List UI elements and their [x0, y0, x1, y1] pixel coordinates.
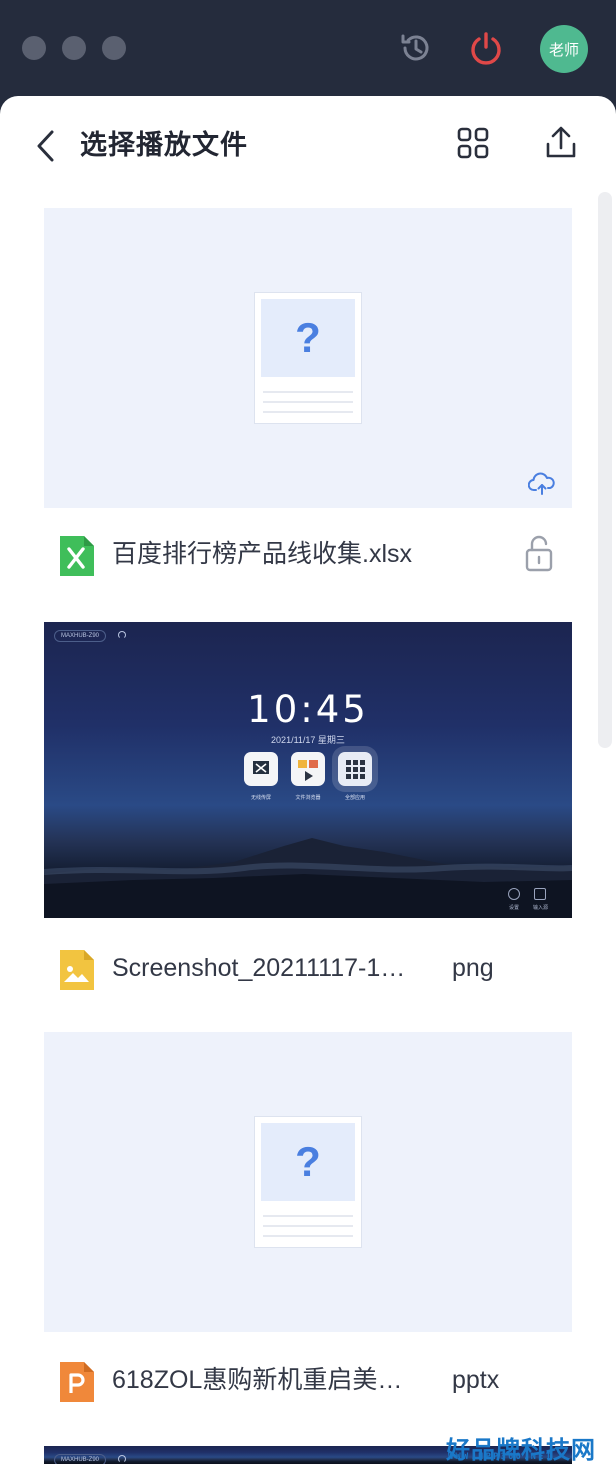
watermark-url: WWW.HPP360.NET	[448, 1452, 554, 1462]
cloud-upload-icon[interactable]	[528, 472, 556, 496]
window-maximize-dot[interactable]	[102, 36, 126, 60]
share-upload-icon	[546, 126, 576, 158]
wifi-icon	[118, 631, 126, 639]
window-close-dot[interactable]	[22, 36, 46, 60]
unlock-icon[interactable]	[524, 534, 554, 572]
device-badge: MAXHUB-Z90	[54, 1454, 107, 1464]
mountain-landscape	[44, 838, 572, 918]
dock-label: 输入源	[533, 905, 549, 911]
dock-label: 设置	[509, 905, 520, 911]
input-source-dock-icon	[534, 888, 546, 900]
app-label: 全部应用	[344, 795, 365, 801]
upload-button[interactable]	[540, 122, 582, 164]
file-thumbnail-placeholder[interactable]: ?	[44, 1032, 572, 1332]
powerpoint-icon	[60, 1362, 94, 1402]
window-minimize-dot[interactable]	[62, 36, 86, 60]
file-item[interactable]: Screenshot_20211117-1… png	[44, 942, 572, 992]
lockscreen-time: 10:45	[247, 688, 369, 731]
unknown-file-preview-icon: ?	[254, 292, 362, 424]
all-apps-icon	[338, 752, 372, 786]
unknown-file-preview-icon: ?	[254, 1116, 362, 1248]
grid-view-button[interactable]	[452, 122, 494, 164]
file-name: 百度排行榜产品线收集.xlsx	[112, 540, 413, 568]
file-name: Screenshot_20211117-1…	[112, 954, 406, 982]
device-badge: MAXHUB-Z90	[54, 630, 107, 642]
excel-icon	[60, 536, 94, 576]
image-icon	[60, 950, 94, 990]
power-button[interactable]	[466, 28, 506, 68]
settings-dock-icon	[508, 888, 520, 900]
scrollbar[interactable]	[598, 192, 612, 748]
file-browser-app-icon	[291, 752, 325, 786]
file-thumbnail-placeholder[interactable]: ?	[44, 208, 572, 508]
window-titlebar: 老师	[0, 0, 616, 98]
file-name: 618ZOL惠购新机重启美…	[112, 1366, 403, 1394]
panel-header: 选择播放文件	[0, 96, 616, 196]
file-extension: pptx	[452, 1366, 500, 1394]
user-avatar[interactable]: 老师	[540, 25, 588, 73]
page-title: 选择播放文件	[80, 130, 248, 160]
lockscreen-date: 2021/11/17 星期三	[271, 735, 345, 745]
file-item[interactable]: 百度排行榜产品线收集.xlsx	[44, 528, 572, 578]
chevron-left-icon	[37, 130, 54, 162]
power-icon	[471, 32, 501, 65]
grid-icon	[457, 127, 489, 159]
site-watermark: 好品牌科技网 WWW.HPP360.NET	[446, 1430, 616, 1464]
history-icon	[401, 34, 429, 61]
history-button[interactable]	[396, 28, 436, 68]
wifi-icon	[118, 1455, 126, 1463]
file-extension: png	[452, 954, 494, 982]
wireless-cast-app-icon	[244, 752, 278, 786]
file-thumbnail-screenshot[interactable]: MAXHUB-Z90 10:45 2021/11/17 星期三 无线传屏 文件浏…	[44, 622, 572, 918]
back-button[interactable]	[26, 124, 66, 168]
file-item[interactable]: 618ZOL惠购新机重启美… pptx	[44, 1354, 572, 1404]
